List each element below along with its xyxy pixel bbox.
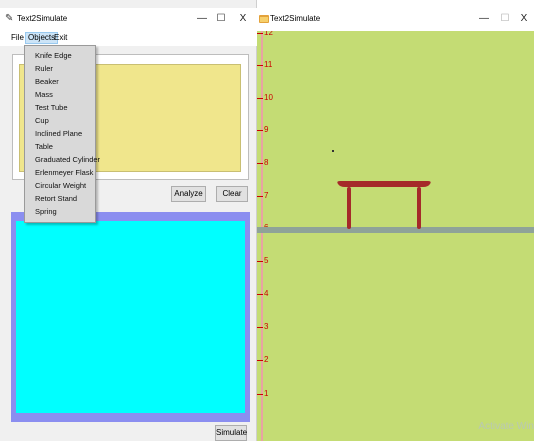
simulation-canvas[interactable]: 12 11 10 9 8 7 6 5 4 3 2 1 Activate Win — [257, 31, 534, 441]
menu-option-ruler[interactable]: Ruler — [25, 62, 95, 75]
simulate-button[interactable]: Simulate — [215, 425, 247, 441]
title-bar: Text2Simulate — ☐ X — [257, 8, 534, 30]
menu-exit[interactable]: Exit — [52, 32, 69, 44]
ruler-tick — [257, 33, 263, 34]
close-button[interactable]: X — [234, 11, 252, 27]
canvas-dot — [332, 150, 334, 152]
minimize-button[interactable]: — — [475, 11, 493, 27]
ruler-label: 7 — [264, 191, 269, 200]
left-window: ✎ Text2Simulate — ☐ X File Objects Exit … — [0, 0, 257, 441]
menu-option-cup[interactable]: Cup — [25, 114, 95, 127]
ruler-tick — [257, 98, 263, 99]
ruler-label: 10 — [264, 93, 273, 102]
menu-option-graduated-cylinder[interactable]: Graduated Cylinder — [25, 153, 100, 166]
ruler-label: 3 — [264, 322, 269, 331]
menu-option-knife-edge[interactable]: Knife Edge — [25, 49, 95, 62]
activation-watermark: Activate Win — [478, 421, 534, 432]
maximize-button[interactable]: ☐ — [496, 11, 514, 27]
menu-bar: File Objects Exit — [0, 30, 257, 46]
menu-option-beaker[interactable]: Beaker — [25, 75, 95, 88]
feather-icon: ✎ — [5, 13, 14, 24]
ruler-tick — [257, 130, 263, 131]
title-bar: ✎ Text2Simulate — ☐ X — [0, 8, 257, 30]
simulation-output-frame — [11, 212, 250, 422]
ruler-label: 4 — [264, 289, 269, 298]
menu-option-mass[interactable]: Mass — [25, 88, 95, 101]
ruler-tick — [257, 163, 263, 164]
analyze-button[interactable]: Analyze — [171, 186, 206, 202]
menu-option-circular-weight[interactable]: Circular Weight — [25, 179, 95, 192]
ruler — [261, 31, 263, 441]
menu-option-inclined-plane[interactable]: Inclined Plane — [25, 127, 95, 140]
menu-option-spring[interactable]: Spring — [25, 205, 95, 218]
ruler-label: 5 — [264, 256, 269, 265]
ruler-label: 11 — [264, 60, 273, 69]
window-title: Text2Simulate — [17, 14, 68, 23]
ruler-label: 12 — [264, 31, 273, 37]
ruler-tick — [257, 360, 263, 361]
objects-dropdown-menu: Knife Edge Ruler Beaker Mass Test Tube C… — [24, 45, 100, 223]
window-title: Text2Simulate — [270, 14, 321, 23]
menu-option-table[interactable]: Table — [25, 140, 95, 153]
ruler-label: 1 — [264, 389, 269, 398]
close-button[interactable]: X — [515, 11, 533, 27]
ruler-tick — [257, 327, 263, 328]
ruler-tick — [257, 394, 263, 395]
menu-option-test-tube[interactable]: Test Tube — [25, 101, 95, 114]
minimize-button[interactable]: — — [193, 11, 211, 27]
ruler-label: 8 — [264, 158, 269, 167]
clear-button[interactable]: Clear — [216, 186, 248, 202]
menu-option-erlenmeyer-flask[interactable]: Erlenmeyer Flask — [25, 166, 95, 179]
menu-option-retort-stand[interactable]: Retort Stand — [25, 192, 95, 205]
ruler-tick — [257, 294, 263, 295]
menu-file[interactable]: File — [9, 32, 26, 44]
app-icon — [259, 14, 269, 24]
ruler-label: 2 — [264, 355, 269, 364]
ruler-label: 9 — [264, 125, 269, 134]
ruler-tick — [257, 65, 263, 66]
right-window: Text2Simulate — ☐ X 12 11 10 9 8 7 6 5 4… — [257, 0, 534, 441]
simulation-output-area[interactable] — [16, 221, 245, 413]
ruler-tick — [257, 261, 263, 262]
table-object[interactable] — [335, 179, 433, 231]
ruler-tick — [257, 196, 263, 197]
maximize-button[interactable]: ☐ — [212, 11, 230, 27]
